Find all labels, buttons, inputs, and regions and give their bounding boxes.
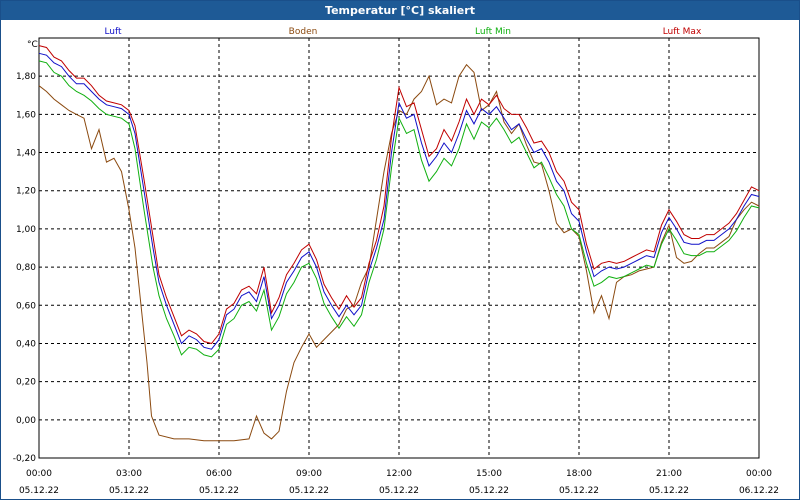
x-tick-time: 03:00 [116,469,142,479]
legend: Luft Boden Luft Min Luft Max [104,27,702,37]
x-axis-ticks: 00:00 05.12.22 03:00 05.12.22 06:00 05.12.22 0… [19,469,779,496]
y-tick-label: 1,20 [16,187,36,197]
y-axis-ticks: 1,80 1,60 1,40 1,20 1,00 0,80 0,60 0,40 0,20 0,00… [13,72,37,464]
y-tick-label: 1,40 [16,149,36,159]
x-tick-time: 00:00 [746,469,772,479]
legend-entry: Boden [289,27,318,37]
x-tick-date: 06.12.22 [739,486,779,496]
x-tick-time: 18:00 [566,469,592,479]
x-tick-date: 05.12.22 [109,486,149,496]
x-tick-date: 05.12.22 [649,486,689,496]
x-tick-time: 00:00 [26,469,52,479]
y-tick-label: 0,40 [16,339,36,349]
x-tick-date: 05.12.22 [559,486,599,496]
legend-entry: Luft Min [475,27,511,37]
y-tick-label: 1,60 [16,110,36,120]
x-tick-time: 21:00 [656,469,682,479]
x-tick-date: 05.12.22 [19,486,59,496]
y-tick-label: 0,20 [16,378,36,388]
y-tick-label: 0,00 [16,416,36,426]
grid-lines [38,38,760,459]
x-tick-time: 15:00 [476,469,502,479]
y-tick-label: -0,20 [13,454,37,464]
legend-entry: Luft Max [663,27,702,37]
y-tick-label: 1,00 [16,225,36,235]
legend-entry: Luft [104,27,122,37]
x-tick-date: 05.12.22 [469,486,509,496]
x-tick-time: 12:00 [386,469,412,479]
chart-canvas: 1,80 1,60 1,40 1,20 1,00 0,80 0,60 0,40 0,20 0,00… [13,27,779,496]
x-tick-time: 09:00 [296,469,322,479]
x-tick-date: 05.12.22 [289,486,329,496]
x-tick-date: 05.12.22 [199,486,239,496]
y-tick-label: 1,80 [16,72,36,82]
y-axis-label: °C [27,40,38,50]
x-tick-time: 06:00 [206,469,232,479]
y-tick-label: 0,60 [16,301,36,311]
y-tick-label: 0,80 [16,263,36,273]
x-tick-date: 05.12.22 [379,486,419,496]
